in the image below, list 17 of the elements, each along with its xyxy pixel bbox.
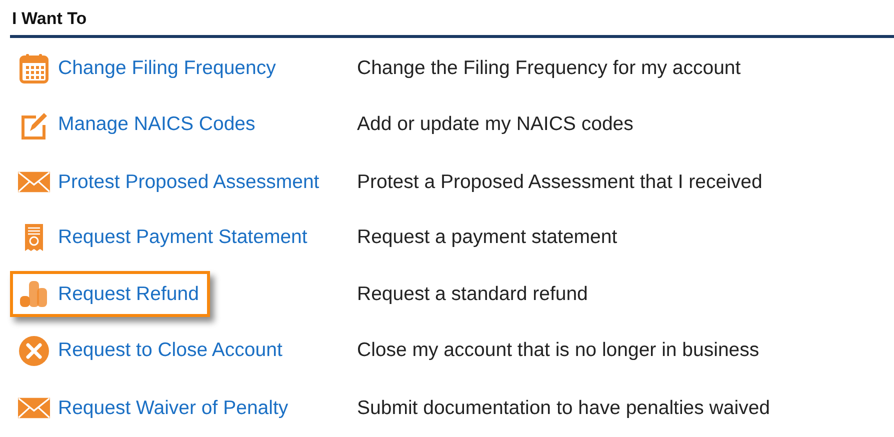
action-link[interactable]: Request Payment Statement — [10, 214, 318, 261]
action-link[interactable]: Manage NAICS Codes — [10, 102, 266, 148]
action-link[interactable]: Change Filing Frequency — [10, 45, 287, 92]
action-description: Change the Filing Frequency for my account — [357, 56, 742, 80]
action-description: Add or update my NAICS codes — [357, 113, 634, 136]
action-description: Request a standard refund — [357, 282, 589, 306]
action-link[interactable]: Request to Close Account — [10, 328, 294, 374]
action-link[interactable]: Protest Proposed Assessment — [10, 153, 330, 211]
action-description: Close my account that is no longer in business — [357, 339, 760, 362]
action-description: Request a payment statement — [357, 226, 618, 250]
action-link[interactable]: Request Refund — [10, 271, 210, 318]
action-link[interactable]: Request Waiver of Penalty — [10, 379, 300, 437]
section-heading: I Want To — [11, 8, 88, 30]
close-icon — [18, 334, 50, 367]
action-description: Submit documentation to have penalties waived — [357, 396, 772, 420]
action-description: Protest a Proposed Assessment that I received — [357, 170, 764, 194]
calendar-icon — [18, 52, 50, 84]
